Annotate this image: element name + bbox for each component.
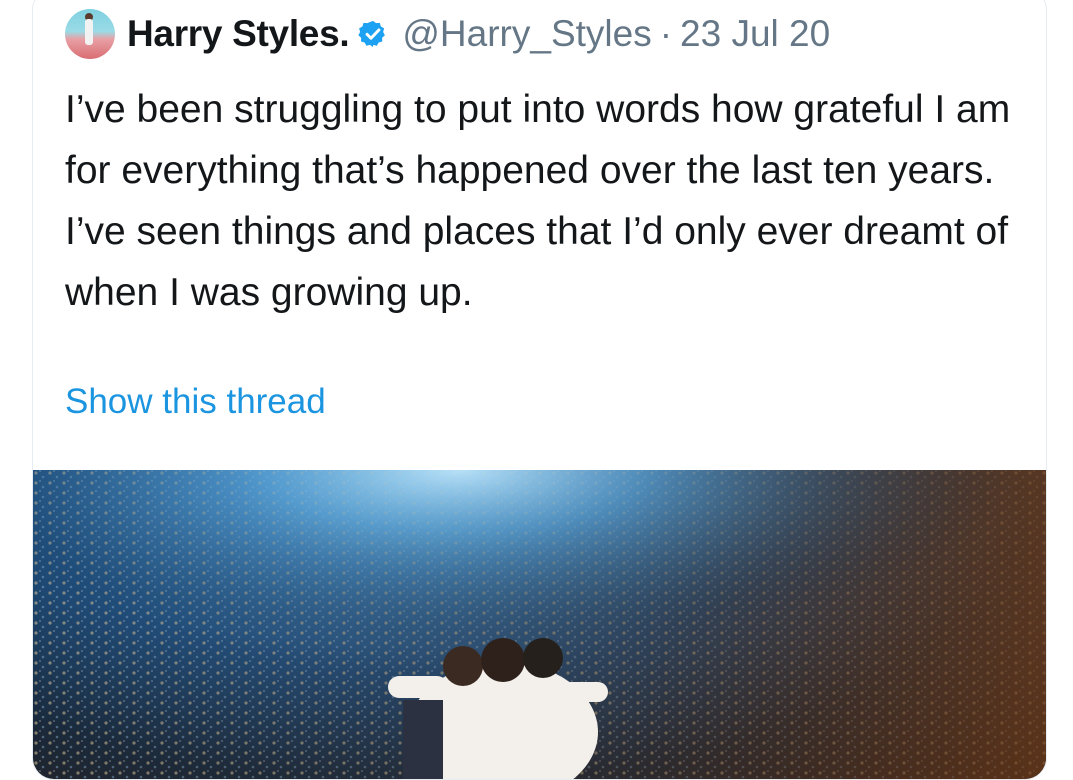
show-thread-link[interactable]: Show this thread bbox=[65, 382, 326, 422]
tweet-card[interactable]: Harry Styles. @Harry_Styles · 23 Jul 20 … bbox=[32, 0, 1047, 780]
tweet-text: I’ve been struggling to put into words h… bbox=[65, 88, 1011, 314]
tweet-header: Harry Styles. @Harry_Styles · 23 Jul 20 bbox=[65, 9, 830, 59]
avatar[interactable] bbox=[65, 9, 115, 59]
user-handle[interactable]: @Harry_Styles bbox=[402, 13, 651, 55]
meta-separator: · bbox=[659, 13, 673, 54]
avatar-figure bbox=[85, 19, 93, 45]
tweet-media-image[interactable] bbox=[33, 470, 1046, 779]
tweet-date[interactable]: 23 Jul 20 bbox=[680, 13, 830, 55]
concert-photo bbox=[33, 470, 1046, 779]
display-name[interactable]: Harry Styles. bbox=[127, 13, 350, 55]
verified-badge-icon bbox=[358, 20, 386, 48]
